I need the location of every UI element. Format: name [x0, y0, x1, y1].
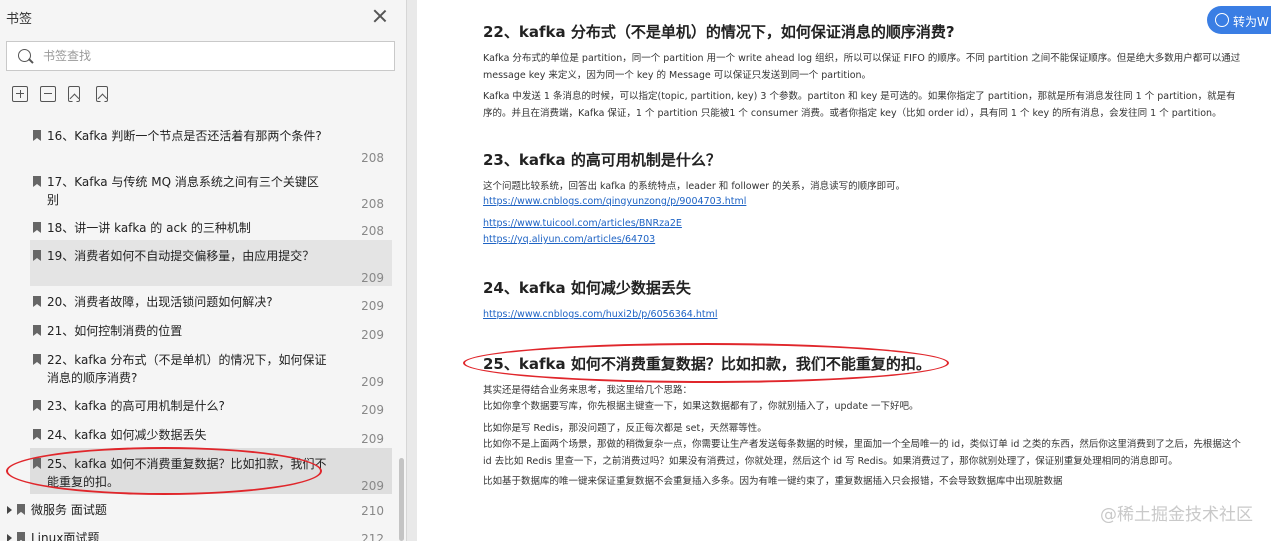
bookmark-icon	[33, 176, 41, 187]
bookmark-icon[interactable]	[96, 86, 108, 102]
bookmark-group-label: 微服务 面试题	[31, 503, 107, 517]
bookmark-item[interactable]: 16、Kafka 判断一个节点是否还活着有那两个条件? 208	[30, 120, 392, 166]
expand-all-icon[interactable]	[12, 86, 28, 102]
bookmark-item-page: 208	[361, 224, 384, 238]
section-heading: 22、kafka 分布式（不是单机）的情况下，如何保证消息的顺序消费?	[483, 23, 955, 41]
convert-button-label: 转为W	[1233, 15, 1269, 29]
bookmark-icon	[33, 458, 41, 469]
paragraph: 比如你拿个数据要写库，你先根据主键查一下，如果这数据都有了，你就别插入了，upd…	[483, 401, 919, 412]
bookmark-icon	[17, 532, 25, 541]
reference-link[interactable]: https://www.cnblogs.com/huxi2b/p/6056364…	[483, 309, 718, 320]
bookmark-group-label: Linux面试题	[31, 531, 100, 541]
document-page: 转为W 22、kafka 分布式（不是单机）的情况下，如何保证消息的顺序消费? …	[417, 0, 1271, 541]
chevron-right-icon[interactable]	[7, 534, 12, 541]
bookmark-icon	[33, 429, 41, 440]
bookmark-search[interactable]	[6, 41, 395, 71]
bookmark-panel: 书签 16、Kafka 判断一个节点是否还活着有那两个条件? 208 17、Ka…	[0, 0, 407, 541]
bookmark-icon	[33, 222, 41, 233]
bookmark-panel-title: 书签	[6, 12, 33, 27]
bookmark-item-label: 22、kafka 分布式（不是单机）的情况下，如何保证消息的顺序消费?	[47, 353, 327, 385]
bookmark-item[interactable]: 23、kafka 的高可用机制是什么? 209	[30, 390, 392, 419]
bookmark-item-page: 208	[361, 151, 384, 165]
bookmark-item-label: 25、kafka 如何不消费重复数据？比如扣款，我们不能重复的扣。	[47, 457, 327, 489]
bookmark-group[interactable]: 微服务 面试题 210	[0, 498, 400, 522]
bookmark-item-label: 18、讲一讲 kafka 的 ack 的三种机制	[47, 221, 251, 235]
bookmark-item[interactable]: 19、消费者如何不自动提交偏移量，由应用提交？ 209	[30, 240, 392, 286]
reference-link[interactable]: https://yq.aliyun.com/articles/64703	[483, 234, 655, 245]
bookmark-item-page: 209	[361, 375, 384, 389]
close-icon[interactable]	[372, 8, 388, 24]
bookmark-item-label: 21、如何控制消费的位置	[47, 324, 183, 338]
bookmark-item-page: 209	[361, 328, 384, 342]
bookmark-item-label: 20、消费者故障，出现活锁问题如何解决?	[47, 295, 273, 309]
bookmark-item-label: 19、消费者如何不自动提交偏移量，由应用提交？	[47, 249, 315, 263]
bookmark-item[interactable]: 18、讲一讲 kafka 的 ack 的三种机制 208	[30, 212, 392, 240]
bookmark-icon	[33, 400, 41, 411]
paragraph: 其实还是得结合业务来思考，我这里给几个思路：	[483, 385, 693, 396]
bookmark-icon	[33, 325, 41, 336]
bookmark-list: 16、Kafka 判断一个节点是否还活着有那两个条件? 208 17、Kafka…	[0, 118, 400, 541]
bookmark-item-selected[interactable]: 25、kafka 如何不消费重复数据？比如扣款，我们不能重复的扣。 209	[30, 448, 392, 494]
search-icon	[18, 49, 31, 62]
chevron-right-icon[interactable]	[7, 506, 12, 514]
section-heading: 23、kafka 的高可用机制是什么？	[483, 151, 721, 169]
bookmark-scrollbar[interactable]	[398, 118, 406, 541]
bookmark-icon	[33, 130, 41, 141]
bookmark-item-page: 209	[361, 432, 384, 446]
bookmark-item[interactable]: 20、消费者故障，出现活锁问题如何解决? 209	[30, 286, 392, 315]
paragraph: 比如你是写 Redis，那没问题了，反正每次都是 set，天然幂等性。	[483, 423, 767, 434]
paragraph: 这个问题比较系统，回答出 kafka 的系统特点，leader 和 follow…	[483, 181, 906, 192]
bookmark-icon	[33, 354, 41, 365]
bookmark-panel-header: 书签	[0, 0, 406, 36]
bookmark-group-page: 210	[361, 504, 384, 518]
paragraph: Kafka 分布式的单位是 partition，同一个 partition 用一…	[483, 53, 1241, 81]
reference-link[interactable]: https://www.tuicool.com/articles/BNRza2E	[483, 218, 682, 229]
bookmark-item-page: 209	[361, 479, 384, 493]
section-heading: 24、kafka 如何减少数据丢失	[483, 279, 691, 297]
reference-link[interactable]: https://www.cnblogs.com/qingyunzong/p/90…	[483, 196, 746, 207]
bookmark-icon	[33, 250, 41, 261]
paragraph: Kafka 中发送 1 条消息的时候，可以指定(topic, partition…	[483, 91, 1236, 119]
paragraph: 比如你不是上面两个场景，那做的稍微复杂一点，你需要让生产者发送每条数据的时候，里…	[483, 439, 1241, 467]
add-bookmark-icon[interactable]	[68, 86, 80, 102]
convert-icon	[1215, 13, 1229, 27]
bookmark-item[interactable]: 17、Kafka 与传统 MQ 消息系统之间有三个关键区别 208	[30, 166, 392, 212]
section-heading: 25、kafka 如何不消费重复数据？比如扣款，我们不能重复的扣。	[483, 355, 931, 373]
bookmark-item[interactable]: 21、如何控制消费的位置 209	[30, 315, 392, 344]
bookmark-item-page: 209	[361, 271, 384, 285]
scrollbar-thumb[interactable]	[399, 458, 404, 541]
bookmark-item-label: 17、Kafka 与传统 MQ 消息系统之间有三个关键区别	[47, 175, 319, 207]
bookmark-item-page: 209	[361, 299, 384, 313]
bookmark-item-label: 24、kafka 如何减少数据丢失	[47, 428, 207, 442]
bookmark-item[interactable]: 22、kafka 分布式（不是单机）的情况下，如何保证消息的顺序消费? 209	[30, 344, 392, 390]
bookmark-icon	[17, 504, 25, 515]
watermark: @稀土掘金技术社区	[1100, 505, 1253, 525]
bookmark-group[interactable]: Linux面试题 212	[0, 526, 400, 541]
bookmark-item-label: 23、kafka 的高可用机制是什么?	[47, 399, 225, 413]
bookmark-item-label: 16、Kafka 判断一个节点是否还活着有那两个条件?	[47, 129, 322, 143]
bookmark-group-page: 212	[361, 532, 384, 541]
paragraph: 比如基于数据库的唯一键来保证重复数据不会重复插入多条。因为有唯一键约束了，重复数…	[483, 476, 1063, 487]
convert-button[interactable]: 转为W	[1207, 6, 1271, 34]
bookmark-item-page: 209	[361, 403, 384, 417]
bookmark-item-page: 208	[361, 197, 384, 211]
bookmark-search-input[interactable]	[43, 46, 383, 66]
collapse-all-icon[interactable]	[40, 86, 56, 102]
bookmark-icon	[33, 296, 41, 307]
bookmark-item[interactable]: 24、kafka 如何减少数据丢失 209	[30, 419, 392, 448]
